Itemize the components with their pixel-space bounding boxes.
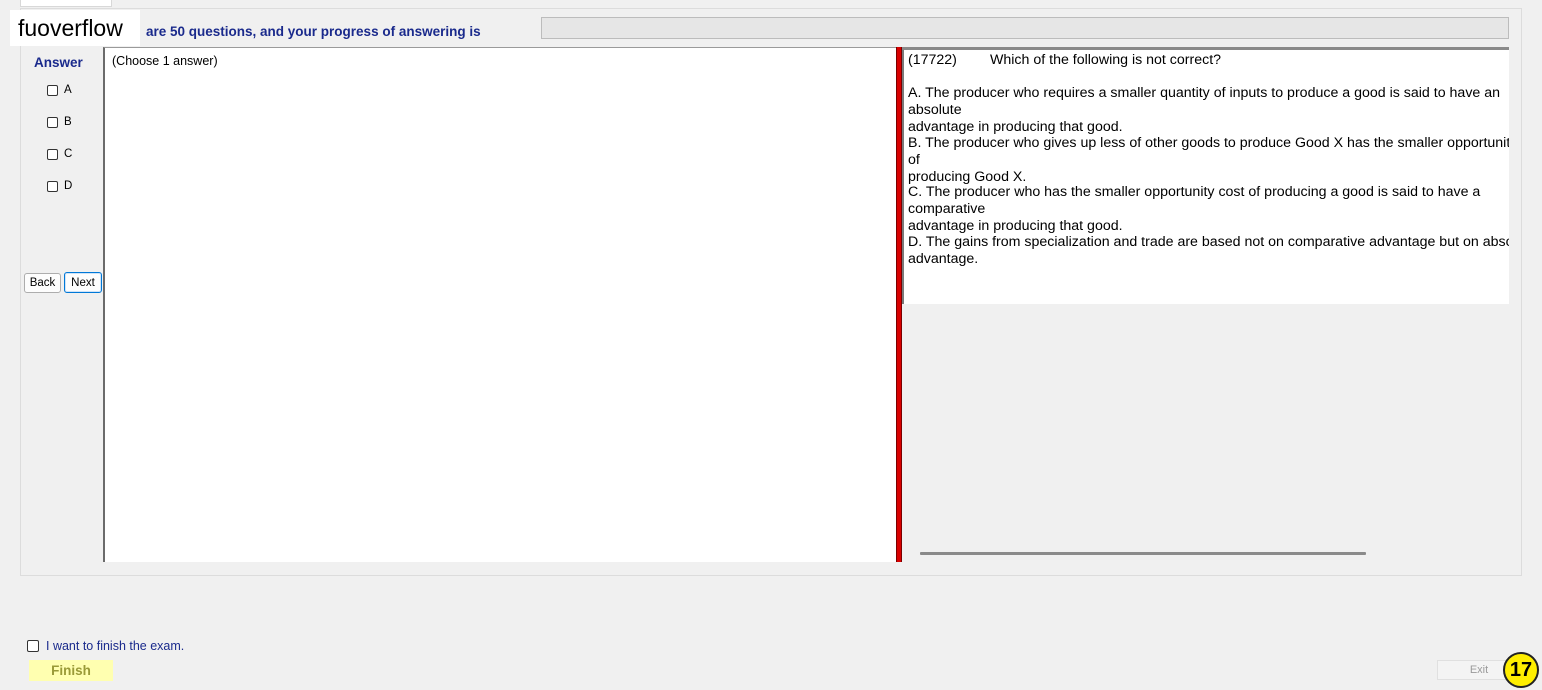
finish-exam-checkbox[interactable]: I want to finish the exam. bbox=[27, 639, 184, 653]
question-option-line: C. The producer who has the smaller oppo… bbox=[908, 184, 1481, 217]
checkbox-icon[interactable] bbox=[27, 640, 39, 652]
answer-option-label: A bbox=[64, 84, 72, 96]
question-content: (17722) Which of the following is not cor… bbox=[902, 50, 1509, 304]
answer-option-label: D bbox=[64, 180, 73, 192]
answer-option-a[interactable]: A bbox=[47, 82, 72, 98]
next-button[interactable]: Next bbox=[64, 272, 102, 293]
page-number-badge: 17 bbox=[1503, 652, 1539, 688]
progress-bar bbox=[541, 17, 1509, 39]
answer-option-c[interactable]: C bbox=[47, 146, 72, 162]
question-prompt: Which of the following is not correct? bbox=[990, 52, 1222, 68]
checkbox-icon[interactable] bbox=[47, 84, 58, 96]
answer-hint: (Choose 1 answer) bbox=[112, 54, 218, 68]
answer-option-d[interactable]: D bbox=[47, 178, 72, 194]
answer-option-label: B bbox=[64, 116, 72, 128]
question-option-line: A. The producer who requires a smaller q… bbox=[908, 85, 1501, 118]
answer-area[interactable]: (Choose 1 answer) bbox=[103, 47, 896, 562]
question-option-a: A. The producer who requires a smaller q… bbox=[908, 85, 1509, 136]
finish-button[interactable]: Finish bbox=[29, 660, 113, 681]
back-button[interactable]: Back bbox=[24, 273, 61, 293]
answer-option-b[interactable]: B bbox=[47, 114, 72, 130]
tab-stub bbox=[20, 0, 112, 7]
checkbox-icon[interactable] bbox=[47, 148, 58, 160]
brand-logo: fuoverflow bbox=[10, 10, 140, 46]
checkbox-icon[interactable] bbox=[47, 116, 58, 128]
question-option-c: C. The producer who has the smaller oppo… bbox=[908, 184, 1509, 235]
question-panel: (17722) Which of the following is not cor… bbox=[902, 47, 1509, 562]
question-option-d: D. The gains from specialization and tra… bbox=[908, 234, 1509, 268]
answer-label: Answer bbox=[34, 55, 83, 70]
finish-exam-label: I want to finish the exam. bbox=[46, 639, 185, 653]
question-option-line: advantage in producing that good. bbox=[908, 218, 1123, 234]
question-option-line: advantage in producing that good. bbox=[908, 119, 1123, 135]
question-option-line: advantage. bbox=[908, 251, 979, 267]
question-header: (17722) Which of the following is not cor… bbox=[908, 52, 1221, 68]
question-option-line: D. The gains from specialization and tra… bbox=[908, 234, 1509, 250]
horizontal-scrollbar[interactable] bbox=[920, 552, 1366, 555]
answer-option-label: C bbox=[64, 148, 73, 160]
question-id: (17722) bbox=[908, 52, 957, 68]
checkbox-icon[interactable] bbox=[47, 180, 58, 192]
question-option-b: B. The producer who gives up less of oth… bbox=[908, 135, 1509, 186]
question-option-line: B. The producer who gives up less of oth… bbox=[908, 135, 1509, 168]
progress-text: are 50 questions, and your progress of a… bbox=[146, 24, 481, 39]
